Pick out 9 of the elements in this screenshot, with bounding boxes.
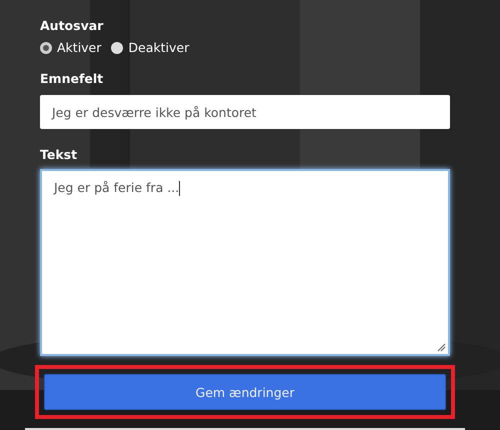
text-area[interactable]: Jeg er på ferie fra ... [40, 169, 450, 356]
subject-field[interactable]: Jeg er desværre ikke på kontoret [40, 95, 450, 129]
resize-grip-icon[interactable] [437, 343, 446, 352]
radio-option[interactable]: Aktiver [40, 40, 102, 55]
field-label: Emnefelt [40, 71, 104, 87]
section-label: Autosvar [40, 18, 104, 34]
field-label: Tekst [40, 147, 78, 163]
save-button[interactable]: Gem ændringer [44, 374, 446, 410]
radio-option[interactable]: Deaktiver [111, 40, 190, 55]
